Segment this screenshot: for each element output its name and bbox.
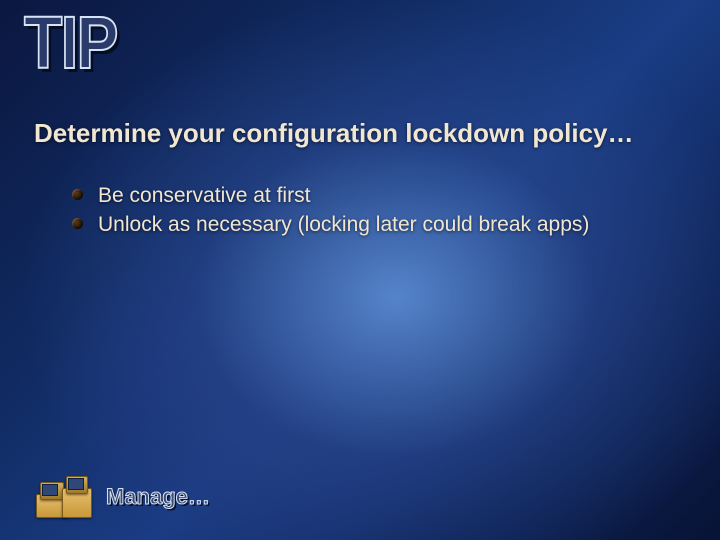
tip-badge: TIP <box>24 6 117 80</box>
list-item: Unlock as necessary (locking later could… <box>70 211 680 238</box>
footer-label: Manage… <box>106 484 210 510</box>
slide: TIP Determine your configuration lockdow… <box>0 0 720 540</box>
footer: Manage… <box>36 474 210 520</box>
computers-icon <box>36 474 92 520</box>
bullet-list: Be conservative at first Unlock as neces… <box>70 182 680 241</box>
list-item: Be conservative at first <box>70 182 680 209</box>
slide-heading: Determine your configuration lockdown po… <box>34 118 686 149</box>
